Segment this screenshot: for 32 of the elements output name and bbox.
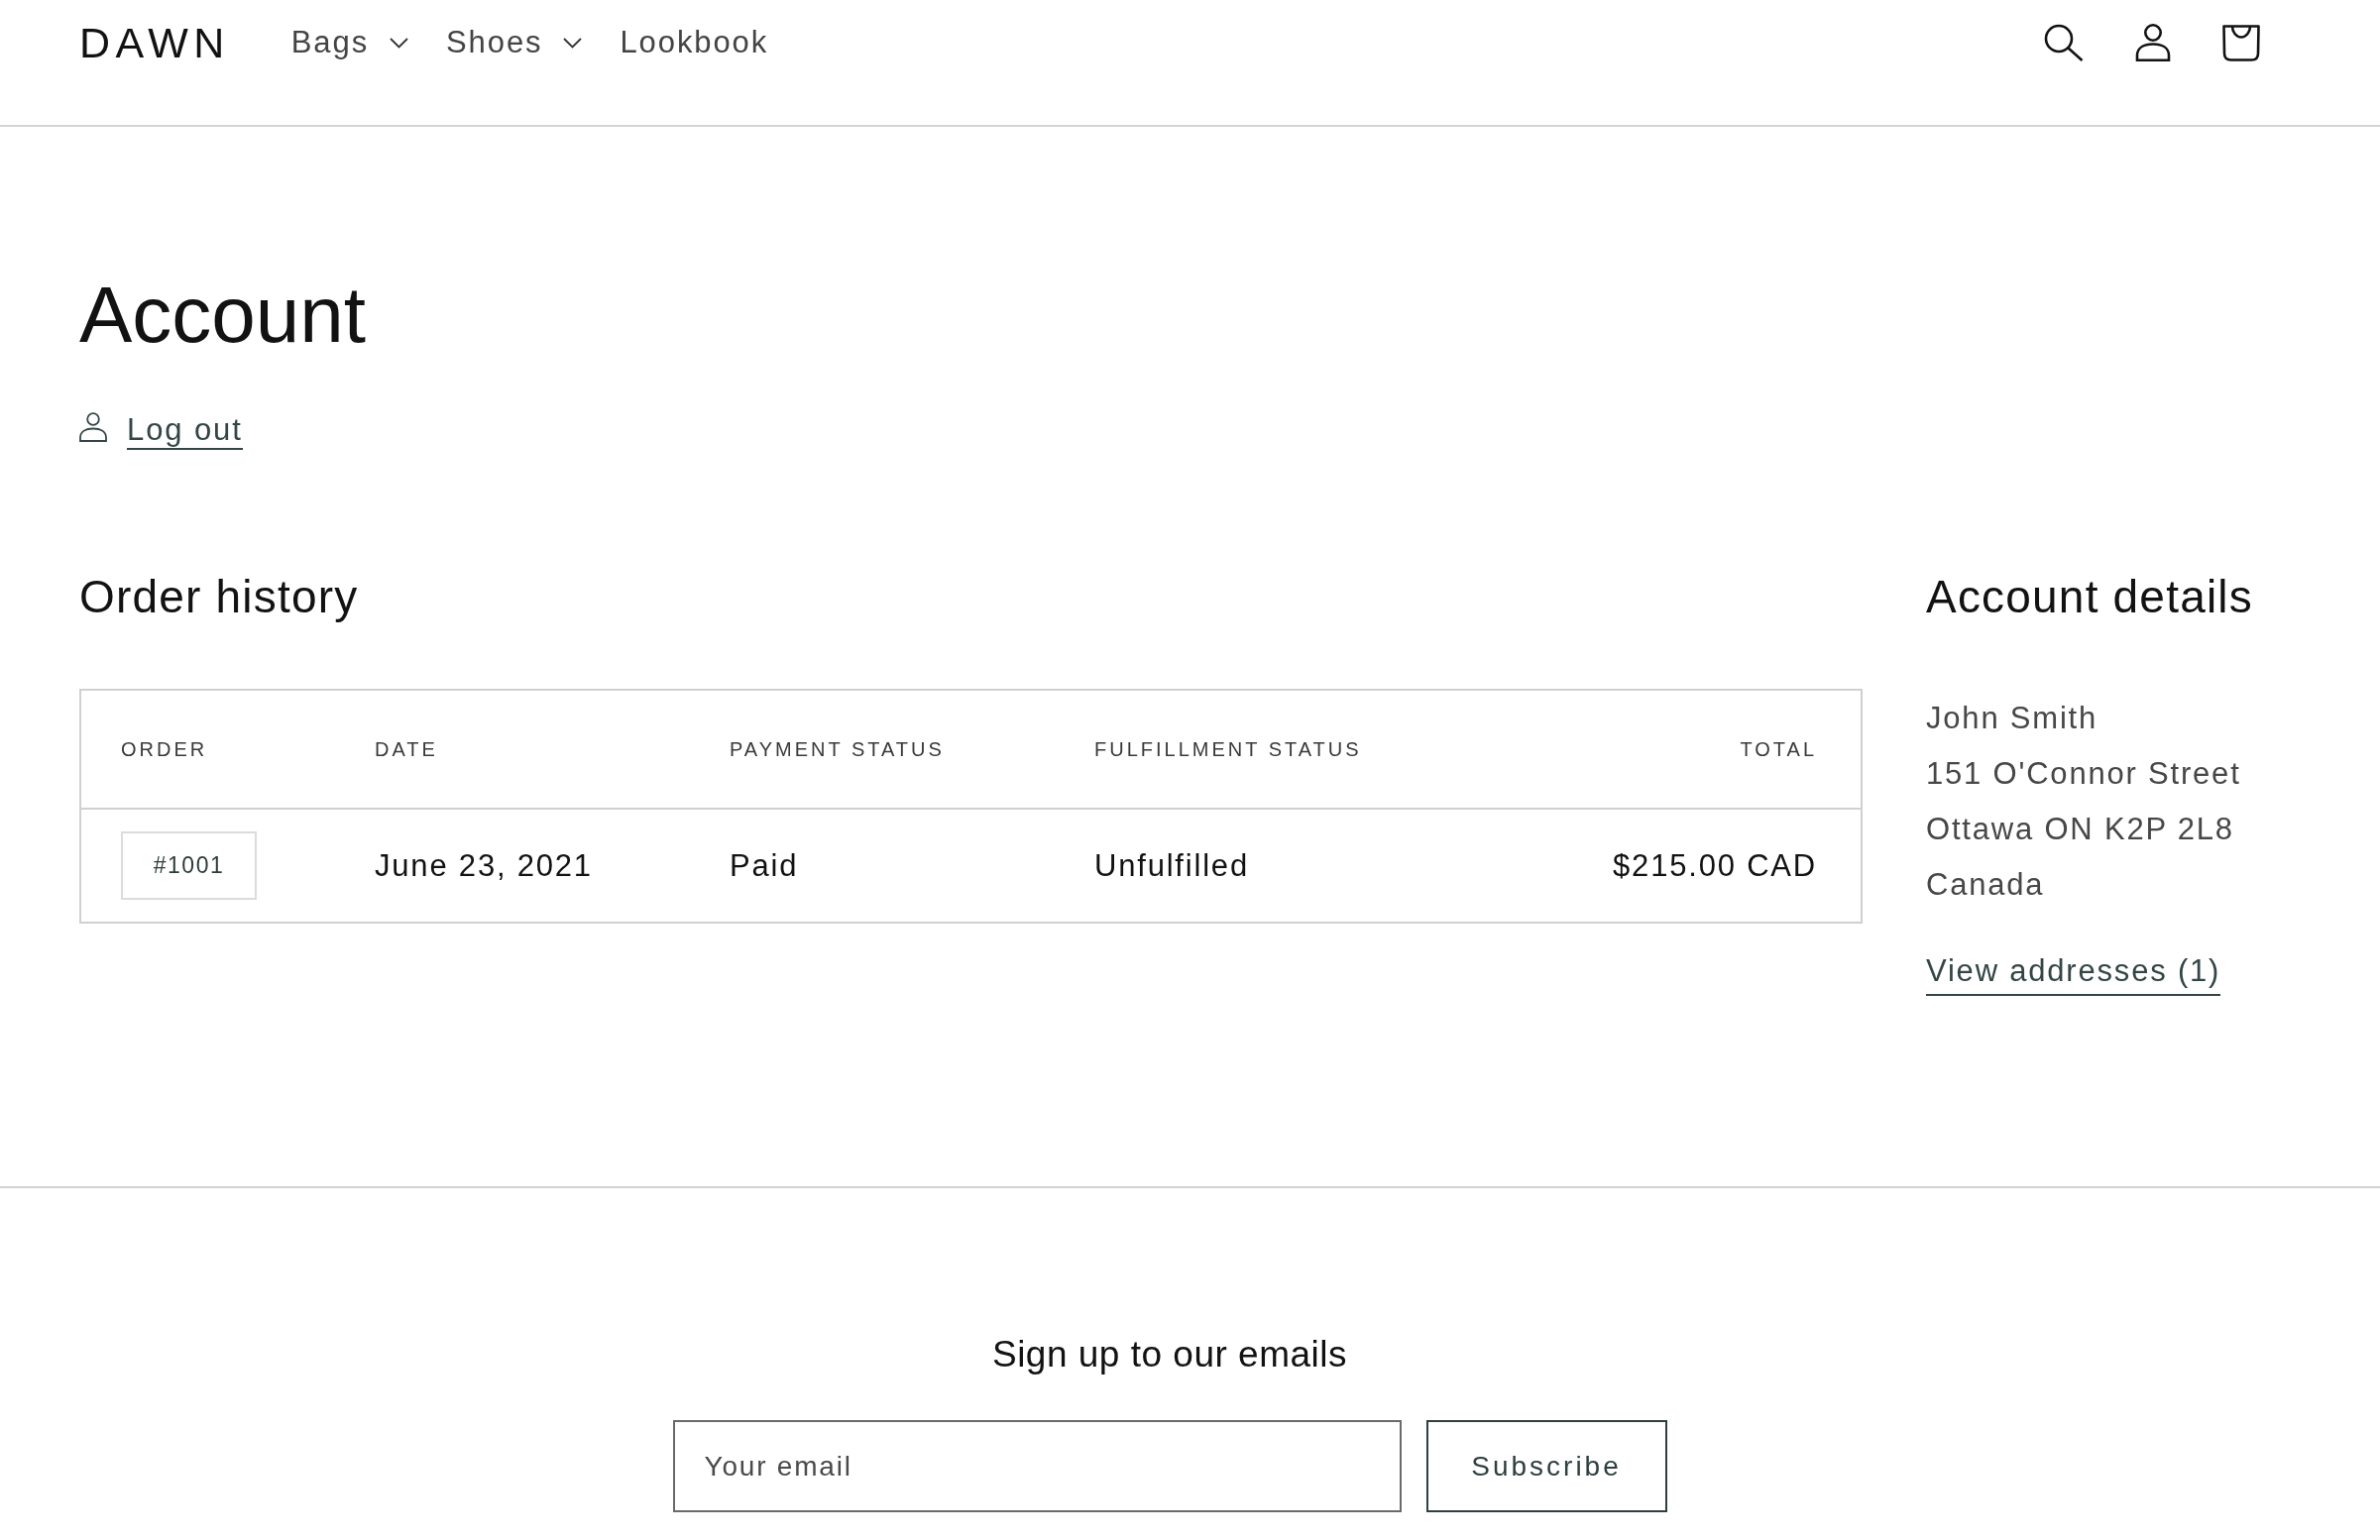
email-field[interactable]: Your email: [672, 1420, 1402, 1512]
address-line: Ottawa ON K2P 2L8: [1926, 811, 2234, 848]
page-title: Account: [79, 270, 367, 361]
table-cell: Unfulfilled: [1094, 847, 1249, 883]
person-icon: [79, 412, 107, 442]
nav-link[interactable]: Bags: [290, 23, 409, 62]
newsletter-title: Sign up to our emails: [991, 1333, 1348, 1376]
view-addresses-link[interactable]: View addresses (1): [1926, 953, 2221, 996]
logout-link[interactable]: Log out: [79, 412, 243, 450]
table-cell: $215.00 CAD: [1613, 847, 1817, 883]
column-header: FULFILLMENT STATUS: [1094, 738, 1362, 760]
table-cell: Paid: [730, 847, 799, 883]
section-title: Account details: [1926, 570, 2253, 624]
column-header: ORDER: [121, 738, 208, 760]
column-header: PAYMENT STATUS: [730, 738, 945, 760]
address-line: John Smith: [1926, 700, 2098, 737]
chevron-down-icon: [390, 37, 409, 49]
address-line: 151 O'Connor Street: [1926, 755, 2241, 793]
nav-link[interactable]: Lookbook: [620, 23, 769, 62]
column-header: DATE: [375, 738, 438, 760]
person-icon[interactable]: [2135, 24, 2171, 61]
table-cell: June 23, 2021: [375, 847, 593, 883]
store-logo[interactable]: DAWN: [79, 18, 230, 67]
subscribe-button[interactable]: Subscribe: [1425, 1420, 1667, 1512]
column-header: TOTAL: [1740, 738, 1817, 760]
shopping-bag-icon[interactable]: [2222, 24, 2260, 61]
section-title: Order history: [79, 570, 359, 624]
search-icon[interactable]: [2044, 24, 2084, 61]
order-number-link[interactable]: #1001: [121, 831, 257, 900]
address-line: Canada: [1926, 866, 2045, 904]
nav-link[interactable]: Shoes: [446, 23, 583, 62]
chevron-down-icon: [563, 37, 583, 49]
